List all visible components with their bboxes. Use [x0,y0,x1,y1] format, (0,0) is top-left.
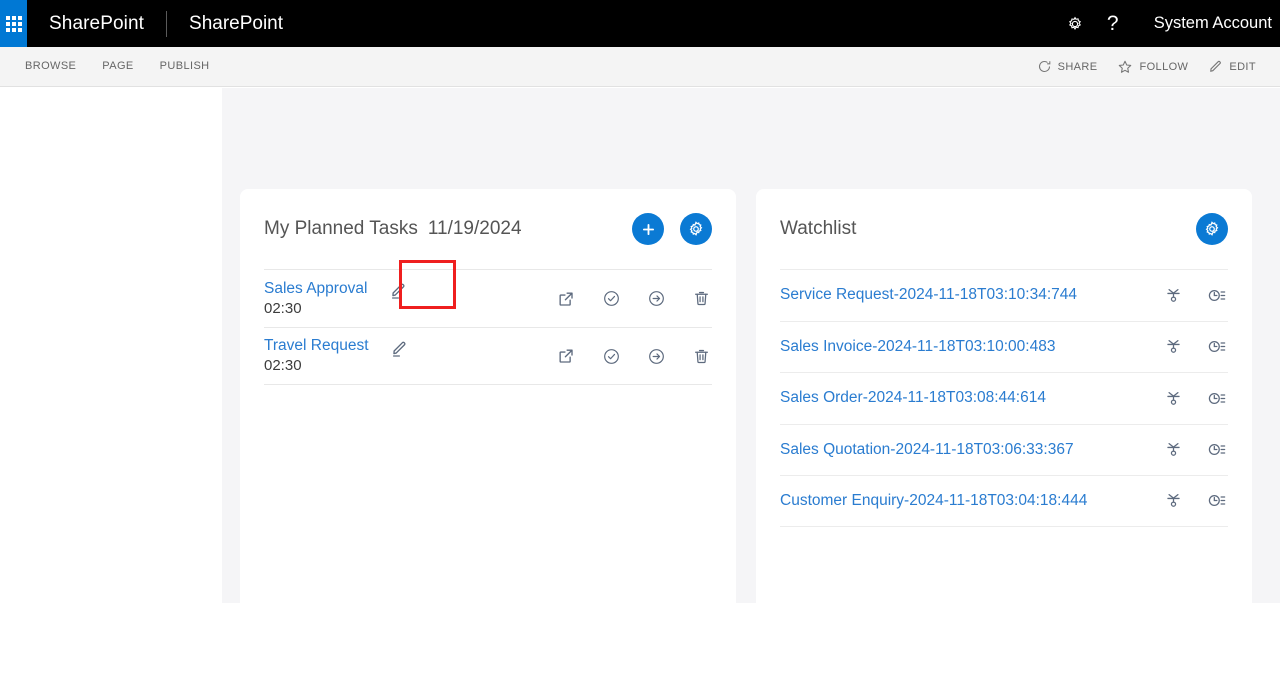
share-button[interactable]: SHARE [1027,47,1108,86]
watchlist-item-actions [1162,439,1228,461]
watchlist-item-actions [1162,387,1228,409]
watchlist-item-actions [1162,336,1228,358]
task-info: Travel Request 02:30 [264,336,369,376]
workflow-icon[interactable] [1162,336,1184,358]
ribbon-tab-page[interactable]: PAGE [89,47,146,86]
user-account-name[interactable]: System Account [1132,14,1280,33]
task-time: 02:30 [264,357,302,374]
history-icon[interactable] [1206,490,1228,512]
trash-icon[interactable] [690,345,712,367]
list-item[interactable]: Customer Enquiry-2024-11-18T03:04:18:444 [780,475,1228,527]
task-edit-pencil-icon[interactable] [381,274,415,308]
follow-label: FOLLOW [1139,60,1189,73]
suite-brand[interactable]: SharePoint [27,0,166,47]
share-icon [1037,59,1052,74]
watchlist-item-link[interactable]: Service Request-2024-11-18T03:10:34:744 [780,286,1077,304]
arrow-right-circle-icon[interactable] [645,345,667,367]
watchlist-card-title: Watchlist [780,218,857,239]
my-planned-tasks-card: My Planned Tasks 11/19/2024 Sales Approv… [240,189,736,686]
workflow-icon[interactable] [1162,439,1184,461]
ribbon-tabs: BROWSE PAGE PUBLISH [0,47,223,86]
suite-actions: ? System Account [1056,0,1280,47]
watchlist-list: Service Request-2024-11-18T03:10:34:744 [756,269,1252,527]
gear-icon[interactable] [1056,0,1094,47]
list-item[interactable]: Sales Invoice-2024-11-18T03:10:00:483 [780,320,1228,373]
table-row[interactable]: Travel Request 02:30 [264,327,712,385]
list-item[interactable]: Sales Quotation-2024-11-18T03:06:33:367 [780,423,1228,476]
watchlist-item-actions [1162,284,1228,306]
history-icon[interactable] [1206,439,1228,461]
tasks-settings-button[interactable] [680,213,712,245]
tasks-list: Sales Approval 02:30 Travel Request 02:3… [240,269,736,385]
pencil-icon [1208,59,1223,74]
trash-icon[interactable] [690,288,712,310]
watchlist-card: Watchlist Service Request-2024-11-18T03:… [756,189,1252,686]
site-title[interactable]: SharePoint [167,0,305,47]
history-icon[interactable] [1206,387,1228,409]
check-circle-icon[interactable] [600,345,622,367]
edit-button[interactable]: EDIT [1198,47,1266,86]
workflow-icon[interactable] [1162,387,1184,409]
watchlist-header-actions [1196,213,1228,245]
ribbon-actions: SHARE FOLLOW EDIT [1027,47,1280,86]
workflow-icon[interactable] [1162,490,1184,512]
task-actions [555,288,712,310]
watchlist-item-link[interactable]: Sales Invoice-2024-11-18T03:10:00:483 [780,338,1055,356]
list-item[interactable]: Sales Order-2024-11-18T03:08:44:614 [780,372,1228,424]
tasks-card-title: My Planned Tasks [264,218,418,239]
ribbon-tab-browse[interactable]: BROWSE [12,47,89,86]
tasks-card-header-actions [632,213,712,245]
ribbon-tab-publish[interactable]: PUBLISH [147,47,223,86]
add-task-button[interactable] [632,213,664,245]
history-icon[interactable] [1206,284,1228,306]
app-launcher-icon[interactable] [0,0,27,47]
table-row[interactable]: Sales Approval 02:30 [264,269,712,327]
page-body: My Planned Tasks 11/19/2024 Sales Approv… [0,88,1280,686]
arrow-right-circle-icon[interactable] [645,288,667,310]
task-name-link[interactable]: Sales Approval [264,279,367,299]
watchlist-item-link[interactable]: Sales Quotation-2024-11-18T03:06:33:367 [780,441,1074,459]
task-info: Sales Approval 02:30 [264,279,367,319]
open-external-icon[interactable] [555,288,577,310]
tasks-card-header: My Planned Tasks 11/19/2024 [240,189,736,269]
watchlist-item-link[interactable]: Customer Enquiry-2024-11-18T03:04:18:444 [780,492,1087,510]
tasks-card-date: 11/19/2024 [427,218,522,239]
watchlist-item-link[interactable]: Sales Order-2024-11-18T03:08:44:614 [780,389,1046,407]
task-name-link[interactable]: Travel Request [264,336,369,356]
open-external-icon[interactable] [555,345,577,367]
task-time: 02:30 [264,299,302,317]
star-icon [1117,59,1133,75]
follow-button[interactable]: FOLLOW [1107,47,1198,86]
workflow-icon[interactable] [1162,284,1184,306]
history-icon[interactable] [1206,336,1228,358]
task-actions [555,345,712,367]
share-label: SHARE [1057,60,1098,73]
watchlist-settings-button[interactable] [1196,213,1228,245]
task-edit-pencil-icon[interactable] [383,332,417,366]
edit-label: EDIT [1229,60,1256,73]
watchlist-card-header: Watchlist [756,189,1252,269]
app-launcher-grid [5,15,22,32]
help-glyph: ? [1106,12,1119,35]
list-item[interactable]: Service Request-2024-11-18T03:10:34:744 [780,269,1228,321]
suite-bar: SharePoint SharePoint ? System Account [0,0,1280,47]
ribbon-bar: BROWSE PAGE PUBLISH SHARE FOLLOW EDIT [0,47,1280,87]
watchlist-item-actions [1162,490,1228,512]
help-icon[interactable]: ? [1094,0,1132,47]
check-circle-icon[interactable] [600,288,622,310]
